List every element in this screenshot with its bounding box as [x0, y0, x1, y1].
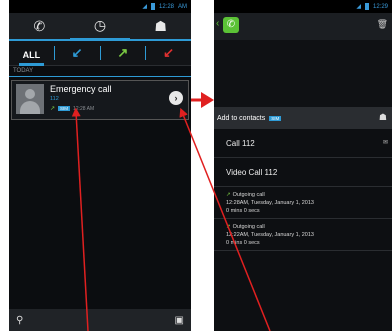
battery-icon [150, 3, 155, 10]
history-datetime: 12:22AM, Tuesday, January 1, 2013 [226, 232, 314, 238]
add-to-contacts-bar[interactable]: Add to contacts SIM ☗ [214, 107, 392, 129]
section-header: TODAY [9, 66, 191, 77]
video-call-label: Video Call 112 [226, 167, 278, 177]
filter-all[interactable]: ALL [18, 45, 45, 66]
filter-missed[interactable]: ↙ [146, 45, 191, 61]
tab-phone[interactable]: ✆ [9, 13, 70, 39]
status-bar: ◢ 12:29 [214, 0, 392, 13]
history-duration: 0 mins 0 secs [226, 208, 260, 214]
back-icon[interactable]: ‹ [216, 18, 219, 29]
call-time: 12:28 AM [73, 105, 95, 112]
phone-icon: ✆ [33, 17, 46, 34]
history-duration: 0 mins 0 secs [226, 240, 260, 246]
menu-icon[interactable]: ▣ [175, 315, 184, 326]
outgoing-arrow-icon: ↗ [226, 192, 231, 198]
history-type: Outgoing call [232, 192, 265, 198]
trash-icon[interactable]: 🗑 [377, 19, 388, 30]
status-ampm: AM [178, 3, 187, 10]
caller-name: Emergency call [50, 84, 112, 94]
incoming-arrow-icon: ↙ [71, 45, 83, 60]
video-call-row[interactable]: Video Call 112 [214, 158, 392, 187]
dialer-tabs: ✆ ◷ ☗ [9, 13, 191, 41]
contact-photo-area [214, 40, 392, 107]
status-time: 12:29 [372, 3, 388, 10]
signal-icon: ◢ [356, 4, 361, 10]
history-type: Outgoing call [232, 224, 265, 230]
filter-outgoing[interactable]: ↗ [101, 45, 146, 61]
call-history-item: ↗ Outgoing call 12:22AM, Tuesday, January… [214, 219, 392, 251]
outgoing-arrow-icon: ↗ [117, 45, 129, 60]
call-history-item: ↗ Outgoing call 12:28AM, Tuesday, January… [214, 187, 392, 219]
call-number-row[interactable]: Call 112 ✉ [214, 129, 392, 158]
call-label: Call 112 [226, 138, 255, 148]
bottom-action-bar: ⚲ ▣ [9, 309, 191, 331]
outgoing-arrow-icon: ↗ [226, 224, 231, 230]
missed-arrow-icon: ↙ [163, 45, 175, 60]
add-to-contacts-label: Add to contacts [217, 114, 266, 122]
clock-icon: ◷ [93, 17, 107, 33]
call-log-entry[interactable]: Emergency call 112 ↗ SIM 12:28 AM › [11, 80, 189, 120]
sim-badge: SIM [58, 106, 71, 111]
call-meta: ↗ SIM 12:28 AM [50, 105, 95, 113]
call-details-button[interactable]: › [169, 91, 183, 105]
message-icon[interactable]: ✉ [383, 139, 388, 146]
outgoing-arrow-icon: ↗ [50, 106, 56, 112]
call-log-screen: ◢ 12:28 AM ✆ ◷ ☗ ALL ↙ ↗ ↙ TODAY Emergen… [9, 0, 191, 331]
add-contact-icon[interactable]: ☗ [379, 112, 387, 123]
status-time: 12:28 [158, 3, 174, 10]
transition-arrow [191, 92, 214, 108]
search-icon[interactable]: ⚲ [16, 315, 23, 326]
avatar [16, 84, 44, 114]
battery-icon [364, 3, 369, 10]
tab-contacts[interactable]: ☗ [130, 13, 191, 39]
status-bar: ◢ 12:28 AM [9, 0, 191, 13]
contacts-icon: ☗ [154, 17, 167, 34]
history-datetime: 12:28AM, Tuesday, January 1, 2013 [226, 200, 314, 206]
call-filter-bar: ALL ↙ ↗ ↙ [9, 41, 191, 66]
caller-number: 112 [50, 96, 59, 102]
filter-incoming[interactable]: ↙ [55, 45, 100, 61]
call-details-screen: ◢ 12:29 ‹ ✆ 🗑 Add to contacts SIM ☗ Call… [214, 0, 392, 331]
call-app-icon: ✆ [223, 17, 239, 33]
tab-call-log[interactable]: ◷ [69, 13, 131, 41]
avatar-torso [20, 101, 40, 114]
sim-badge: SIM [269, 115, 282, 121]
details-header: ‹ ✆ 🗑 [214, 13, 392, 40]
signal-icon: ◢ [142, 4, 147, 10]
avatar-head [25, 89, 35, 99]
